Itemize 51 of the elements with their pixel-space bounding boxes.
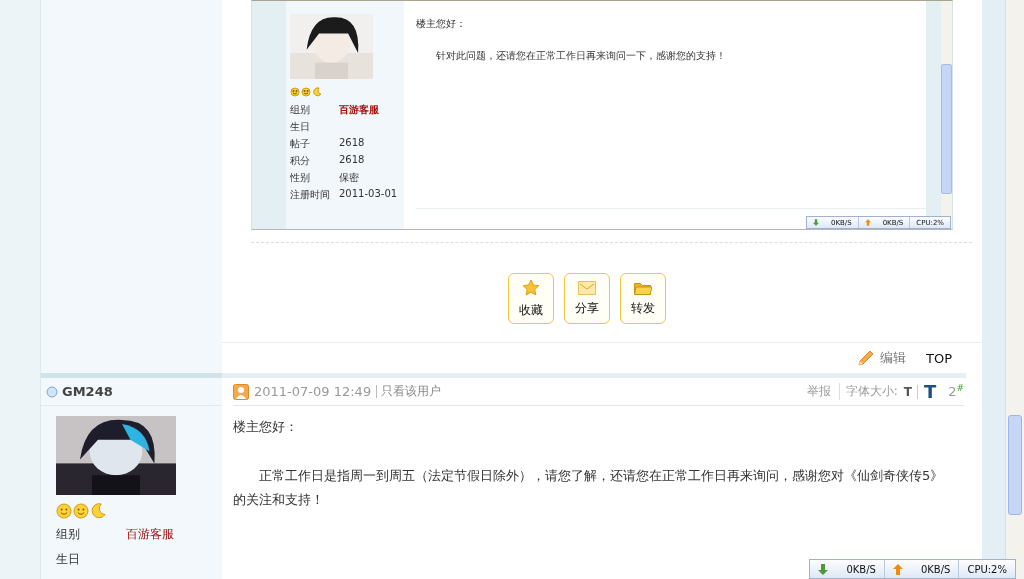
field-label: 生日 bbox=[56, 551, 81, 568]
field-label: 生日 bbox=[290, 120, 311, 134]
field-value: 百游客服 bbox=[339, 103, 379, 117]
scrollbar[interactable] bbox=[1005, 0, 1024, 579]
post-text: 楼主您好： bbox=[233, 418, 299, 436]
field-value: 保密 bbox=[339, 171, 359, 185]
moon-icon bbox=[90, 503, 106, 519]
download-arrow-icon bbox=[813, 219, 819, 226]
user-icon bbox=[233, 383, 249, 400]
moon-icon bbox=[312, 87, 322, 97]
field-label: 注册时间 bbox=[290, 188, 331, 202]
field-label: 组别 bbox=[56, 526, 81, 543]
cpu-usage: CPU:2% bbox=[967, 563, 1007, 575]
action-button[interactable]: 收藏 bbox=[508, 273, 554, 324]
field-value: 2618 bbox=[339, 137, 365, 150]
action-button[interactable]: 转发 bbox=[620, 273, 666, 324]
smiley-icon bbox=[73, 503, 89, 519]
post-text: 针对此问题，还请您在正常工作日再来询问一下，感谢您的支持！ bbox=[435, 49, 727, 63]
font-size-option[interactable]: T bbox=[923, 381, 937, 402]
download-arrow-icon bbox=[818, 563, 829, 575]
post-text: 楼主您好： bbox=[416, 17, 467, 31]
font-size-option[interactable]: T bbox=[903, 384, 918, 399]
smiley-icon bbox=[301, 87, 311, 97]
smiley-icon bbox=[56, 503, 72, 519]
floor-number: 2$^{#}$ bbox=[948, 383, 964, 400]
envelope-icon bbox=[578, 280, 596, 295]
pencil-icon bbox=[856, 349, 874, 367]
scrollbar-thumb[interactable] bbox=[941, 64, 952, 194]
edit-link[interactable]: 编辑 bbox=[880, 349, 906, 367]
smiley-icon bbox=[290, 87, 300, 97]
field-label: 组别 bbox=[290, 103, 311, 117]
upload-speed: 0KB/S bbox=[920, 563, 951, 575]
download-speed: 0KB/S bbox=[846, 563, 876, 575]
upload-arrow-icon bbox=[864, 219, 871, 226]
upload-arrow-icon bbox=[892, 563, 903, 575]
star-icon bbox=[522, 278, 540, 297]
folder-icon bbox=[634, 280, 652, 295]
field-value: 2011-03-01 bbox=[339, 188, 398, 201]
post-date: 2011-07-09 12:49 bbox=[254, 384, 372, 399]
action-button[interactable]: 分享 bbox=[564, 273, 610, 324]
field-label: 帖子 bbox=[290, 137, 311, 151]
field-label: 性别 bbox=[290, 171, 311, 185]
field-value: 2618 bbox=[339, 154, 365, 167]
field-value: 百游客服 bbox=[126, 526, 174, 543]
only-author-link[interactable]: 只看该用户 bbox=[376, 385, 442, 398]
font-size-label: 字体大小: bbox=[845, 383, 898, 400]
post-text: 正常工作日是指周一到周五（法定节假日除外），请您了解，还请您在正常工作日再来询问，感谢您对《仙剑奇侠传5》的关注和支持！ bbox=[233, 467, 945, 509]
author-name[interactable]: GM248 bbox=[62, 384, 113, 399]
field-label: 积分 bbox=[290, 154, 311, 168]
top-link[interactable]: TOP bbox=[926, 350, 952, 366]
scrollbar-thumb[interactable] bbox=[1008, 415, 1022, 515]
